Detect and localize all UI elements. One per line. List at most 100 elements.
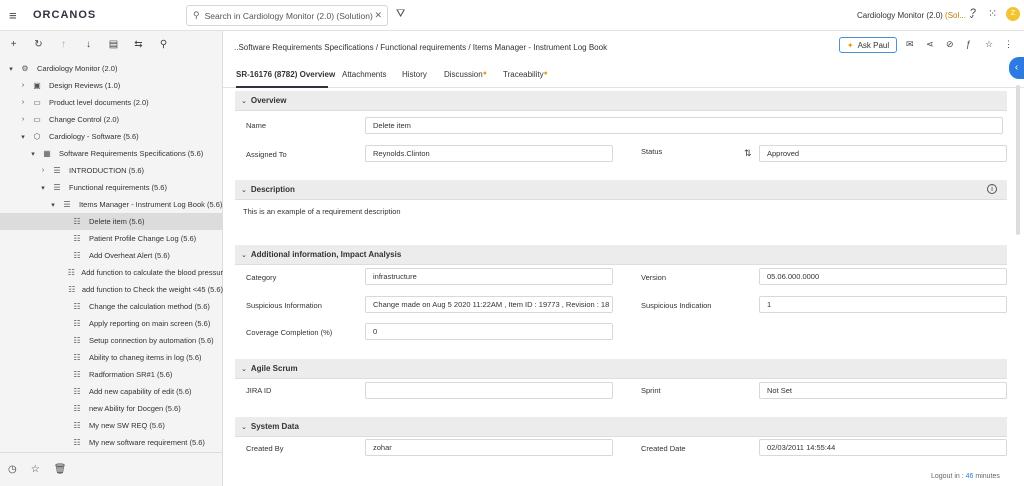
status-field[interactable]: Approved [759,145,1007,162]
tree-item[interactable]: ☷ Add new capability of edit (5.6) [0,383,223,400]
add-icon[interactable]: + [8,39,19,50]
sidebar-footer: ◷ ☆ 🗑 [0,452,223,486]
section-system-header[interactable]: ⌄ System Data [235,417,1007,437]
tree-item[interactable]: ☷ Apply reporting on main screen (5.6) [0,315,223,332]
chevron-right-icon[interactable]: › [18,82,28,89]
hamburger-menu-icon[interactable]: ≡ [9,9,23,22]
help-icon[interactable]: ? [970,7,976,19]
tab-history[interactable]: History [402,70,427,79]
tab-attachments[interactable]: Attachments [342,70,386,79]
tree-item[interactable]: ☷ Radformation SR#1 (5.6) [0,366,223,383]
filter-tree-icon[interactable]: ⇆ [133,39,144,50]
favorites-star-icon[interactable]: ☆ [31,464,40,475]
section-additional-header[interactable]: ⌄ Additional information, Impact Analysis [235,245,1007,265]
jira-id-field[interactable] [365,382,613,399]
chevron-down-icon[interactable]: ▾ [38,184,48,192]
created-date-field[interactable]: 02/03/2011 14:55:44 [759,439,1007,456]
chevron-down-icon[interactable]: ▾ [48,201,58,209]
tree-item[interactable]: ☷ Add function to calculate the blood pre… [0,264,223,281]
sprint-field[interactable]: Not Set [759,382,1007,399]
collapse-panel-button[interactable]: ‹ [1009,57,1024,79]
tab-overview[interactable]: SR-16176 (8782) Overview [236,70,335,79]
tree-item[interactable]: › ☰ INTRODUCTION (5.6) [0,162,223,179]
chevron-down-icon[interactable]: ▾ [18,133,28,141]
suspicious-indication-field[interactable]: 1 [759,296,1007,313]
suspicious-information-field[interactable]: Change made on Aug 5 2020 11:22AM , Item… [365,296,613,313]
more-options-icon[interactable]: ⋮ [1004,39,1013,50]
chevron-down-icon[interactable]: ▾ [6,65,16,73]
sidebar-toolbar: + ↻ ↑ ↓ ▤ ⇆ ⚲ [0,31,222,58]
apps-grid-icon[interactable]: ⁙ [988,7,997,20]
tree-item[interactable]: ☷ Delete item (5.6) [0,213,223,230]
chevron-right-icon[interactable]: › [38,167,48,174]
chevron-right-icon[interactable]: › [18,99,28,106]
section-overview-header[interactable]: ⌄ Overview [235,91,1007,111]
breadcrumb[interactable]: ..Software Requirements Specifications /… [234,43,607,52]
tree-item[interactable]: ☷ My new SW REQ (5.6) [0,417,223,434]
user-avatar[interactable]: Z [1006,7,1020,21]
tree-item[interactable]: ▾ ☰ Functional requirements (5.6) [0,179,223,196]
tree-item[interactable]: ▾ ▦ Software Requirements Specifications (… [0,145,223,162]
tree-item[interactable]: ▾ ☰ Items Manager - Instrument Log Book (5… [0,196,223,213]
tree-item[interactable]: ▾ ⬡ Cardiology - Software (5.6) [0,128,223,145]
section-agile-header[interactable]: ⌄ Agile Scrum [235,359,1007,379]
tree-item[interactable]: ☷ Change the calculation method (5.6) [0,298,223,315]
link-icon[interactable]: ⊘ [946,39,954,50]
move-down-icon[interactable]: ↓ [83,39,94,50]
refresh-icon[interactable]: ↻ [33,39,44,50]
search-input-text[interactable]: Search in Cardiology Monitor (2.0) (Solu… [205,11,375,21]
tree-item[interactable]: ▾ ⚙ Cardiology Monitor (2.0) [0,60,223,77]
category-field[interactable]: infrastructure [365,268,613,285]
tab-traceability-label: Traceability [503,70,544,79]
project-selector[interactable]: Cardiology Monitor (2.0) (Sol... ⌄ [857,11,975,20]
section-description-header[interactable]: ⌄ Description i [235,180,1007,200]
name-field[interactable]: Delete item [365,117,1003,134]
tab-discussion[interactable]: Discussion● [444,70,487,79]
tree-item[interactable]: ☷ Setup connection by automation (5.6) [0,332,223,349]
favorite-star-icon[interactable]: ☆ [985,39,993,50]
assigned-to-field[interactable]: Reynolds.Clinton [365,145,613,162]
tree-item[interactable]: ☷ new Ability for Docgen (5.6) [0,400,223,417]
filter-icon[interactable]: ⛛ [396,8,405,21]
clear-search-icon[interactable]: ✕ [374,10,382,21]
main-panel: ..Software Requirements Specifications /… [223,31,1024,486]
chevron-right-icon[interactable]: › [18,116,28,123]
tab-traceability[interactable]: Traceability● [503,70,548,79]
suspicious-information-label: Suspicious Information [246,301,322,310]
created-by-field[interactable]: zohar [365,439,613,456]
coverage-completion-field[interactable]: 0 [365,323,613,340]
chevron-down-icon: ⌄ [241,97,247,105]
email-icon[interactable]: ✉ [906,39,914,50]
tree-item[interactable]: ☷ Ability to chaneg items in log (5.6) [0,349,223,366]
tree-item[interactable]: ☷ Add Overheat Alert (5.6) [0,247,223,264]
export-icon[interactable]: ▤ [108,39,119,50]
history-clock-icon[interactable]: ◷ [8,464,17,475]
main-scrollbar[interactable] [1016,85,1020,235]
logout-prefix: Logout in : [931,473,966,480]
version-field[interactable]: 05.06.000.0000 [759,268,1007,285]
info-icon[interactable]: i [987,184,997,194]
section-additional-title: Additional information, Impact Analysis [250,250,402,259]
tree-item[interactable]: › ▭ Change Control (2.0) [0,111,223,128]
description-text[interactable]: This is an example of a requirement desc… [243,207,401,216]
tree-item[interactable]: › ▣ Design Reviews (1.0) [0,77,223,94]
tree-node-icon: ▭ [33,115,41,124]
tree-item[interactable]: › ▭ Product level documents (2.0) [0,94,223,111]
tree-search-icon[interactable]: ⚲ [158,39,169,50]
tree-item-label: Functional requirements (5.6) [69,183,167,192]
global-search-input[interactable]: ⚲ Search in Cardiology Monitor (2.0) (So… [186,5,388,26]
status-workflow-icon[interactable]: ⇅ [744,148,752,159]
move-up-icon[interactable]: ↑ [58,39,69,50]
sidebar: + ↻ ↑ ↓ ▤ ⇆ ⚲ ▾ ⚙ Cardiology Monitor (2.0)… [0,31,223,486]
tree-item[interactable]: ☷ Patient Profile Change Log (5.6) [0,230,223,247]
tree-item[interactable]: ☷ My new software requirement (5.6) [0,434,223,451]
trash-icon[interactable]: 🗑 [54,464,67,475]
chevron-down-icon[interactable]: ▾ [28,150,38,158]
tree-item[interactable]: ☷ add function to Check the weight <45 (5… [0,281,223,298]
function-icon[interactable]: ƒ [966,39,971,49]
tree-node-icon: ☷ [73,370,81,379]
tree-item-label: Apply reporting on main screen (5.6) [89,319,211,328]
ask-paul-button[interactable]: ✦ Ask Paul [839,37,897,53]
share-icon[interactable]: ⋖ [926,39,934,50]
chevron-down-icon: ⌄ [241,365,247,373]
